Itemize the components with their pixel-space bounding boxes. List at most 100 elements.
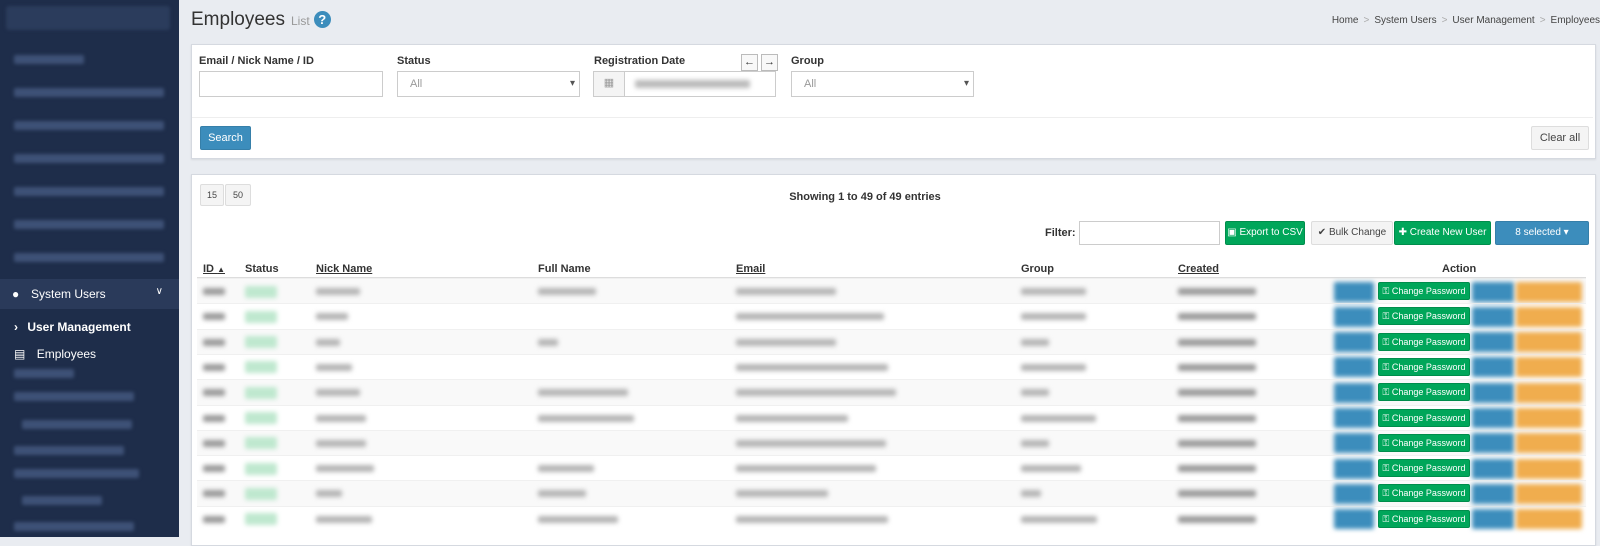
sidebar-item-blurred[interactable] bbox=[14, 187, 164, 196]
export-csv-button[interactable]: ▣ Export to CSV bbox=[1225, 221, 1305, 245]
change-password-button[interactable]: ⚿ Change Password bbox=[1378, 509, 1470, 528]
selected-columns-button[interactable]: 8 selected ▾ bbox=[1495, 221, 1589, 245]
sidebar-item-label: Employees bbox=[36, 347, 97, 361]
check-icon: ✔ bbox=[1317, 227, 1329, 238]
change-password-label: Change Password bbox=[1391, 437, 1466, 448]
created-cell-blurred bbox=[1178, 389, 1256, 397]
clear-all-button[interactable]: Clear all bbox=[1531, 126, 1589, 150]
id-cell-blurred bbox=[203, 338, 225, 346]
column-header-nick-name[interactable]: Nick Name bbox=[316, 263, 372, 275]
sidebar-item-blurred[interactable] bbox=[14, 121, 164, 130]
table-filter-input[interactable] bbox=[1079, 221, 1220, 245]
sidebar-item-blurred[interactable] bbox=[14, 154, 164, 163]
sidebar-item-system-users[interactable]: ● System Users ∨ bbox=[0, 279, 179, 309]
page-size-50[interactable]: 50 bbox=[225, 184, 251, 206]
sidebar-item-blurred[interactable] bbox=[14, 220, 164, 229]
created-cell-blurred bbox=[1178, 313, 1256, 321]
help-icon[interactable]: ? bbox=[313, 11, 331, 28]
status-badge-blurred bbox=[245, 412, 277, 424]
change-password-button[interactable]: ⚿ Change Password bbox=[1378, 383, 1470, 402]
sidebar-item-blurred[interactable] bbox=[14, 522, 134, 531]
sidebar-item-blurred[interactable] bbox=[14, 253, 164, 262]
sidebar-item-blurred[interactable] bbox=[14, 55, 84, 64]
breadcrumb: Home > System Users > User Management > Employ… bbox=[1331, 15, 1600, 26]
id-cell-blurred bbox=[203, 490, 225, 498]
nick-name-cell-blurred bbox=[316, 288, 360, 295]
page-size-15[interactable]: 15 bbox=[200, 184, 224, 206]
sidebar-item-blurred[interactable] bbox=[22, 496, 102, 505]
export-csv-label: Export to CSV bbox=[1239, 227, 1303, 238]
id-cell-blurred bbox=[203, 313, 225, 321]
change-password-button[interactable]: ⚿ Change Password bbox=[1378, 484, 1470, 503]
page-title: Employees List? bbox=[191, 9, 331, 31]
nick-name-cell-blurred bbox=[316, 465, 374, 473]
sidebar-item-employees[interactable]: ▤ Employees bbox=[14, 347, 96, 361]
key-icon: ⚿ bbox=[1382, 488, 1392, 499]
created-cell-blurred bbox=[1178, 414, 1256, 422]
change-password-button[interactable]: ⚿ Change Password bbox=[1378, 307, 1470, 326]
table-row: ⚿ Change Password bbox=[197, 455, 1586, 481]
table-row: ⚿ Change Password bbox=[197, 429, 1586, 456]
created-cell-blurred bbox=[1178, 515, 1256, 523]
action-button-blurred bbox=[1516, 458, 1582, 479]
breadcrumb-system-users[interactable]: System Users bbox=[1374, 15, 1436, 26]
sidebar-item-blurred[interactable] bbox=[14, 369, 74, 378]
sidebar-item-blurred[interactable] bbox=[14, 446, 124, 455]
page-title-text: Employees bbox=[191, 9, 285, 30]
sidebar-item-blurred[interactable] bbox=[22, 420, 132, 429]
selected-label: 8 selected bbox=[1515, 227, 1561, 238]
sidebar-item-blurred[interactable] bbox=[14, 88, 164, 97]
registration-date-label: Registration Date bbox=[594, 55, 686, 67]
nick-name-cell-blurred bbox=[316, 515, 372, 523]
column-header-id[interactable]: ID ▲ bbox=[203, 263, 225, 275]
id-cell-blurred bbox=[203, 515, 225, 523]
sidebar-item-blurred[interactable] bbox=[14, 392, 134, 401]
full-name-cell-blurred bbox=[538, 465, 594, 473]
group-select[interactable]: All bbox=[791, 71, 974, 97]
column-header-created[interactable]: Created bbox=[1178, 263, 1219, 275]
divider bbox=[192, 117, 1593, 118]
create-new-user-button[interactable]: ✚ Create New User bbox=[1394, 221, 1491, 245]
change-password-label: Change Password bbox=[1391, 463, 1466, 474]
change-password-button[interactable]: ⚿ Change Password bbox=[1378, 357, 1470, 376]
breadcrumb-employees: Employees bbox=[1550, 15, 1600, 26]
status-select[interactable]: All bbox=[397, 71, 580, 97]
nick-name-cell-blurred bbox=[316, 313, 348, 321]
sidebar-search-input[interactable] bbox=[6, 6, 170, 30]
action-button-blurred bbox=[1334, 509, 1374, 530]
bulk-change-label: Bulk Change bbox=[1328, 227, 1387, 238]
email-cell-blurred bbox=[736, 313, 884, 321]
email-cell-blurred bbox=[736, 363, 888, 371]
date-next-button[interactable]: → bbox=[761, 54, 778, 71]
search-button[interactable]: Search bbox=[200, 126, 251, 150]
key-icon: ⚿ bbox=[1382, 412, 1392, 423]
id-cell-blurred bbox=[203, 389, 225, 397]
column-header-status: Status bbox=[245, 263, 279, 275]
change-password-button[interactable]: ⚿ Change Password bbox=[1378, 408, 1470, 427]
registration-date-field[interactable] bbox=[624, 71, 776, 97]
breadcrumb-home[interactable]: Home bbox=[1332, 15, 1359, 26]
date-value-blurred bbox=[635, 80, 750, 88]
email-cell-blurred bbox=[736, 414, 848, 422]
status-badge-blurred bbox=[245, 336, 277, 349]
status-badge-blurred bbox=[245, 437, 277, 450]
full-name-cell-blurred bbox=[538, 490, 586, 498]
group-cell-blurred bbox=[1021, 490, 1041, 498]
date-prev-button[interactable]: ← bbox=[741, 54, 758, 71]
change-password-button[interactable]: ⚿ Change Password bbox=[1378, 433, 1470, 452]
action-button-blurred bbox=[1472, 483, 1514, 504]
sidebar-item-blurred[interactable] bbox=[14, 469, 139, 478]
change-password-button[interactable]: ⚿ Change Password bbox=[1378, 282, 1470, 300]
email-field[interactable] bbox=[199, 71, 383, 97]
key-icon: ⚿ bbox=[1382, 513, 1392, 524]
bulk-change-button[interactable]: ✔ Bulk Change bbox=[1311, 221, 1393, 245]
breadcrumb-user-management[interactable]: User Management bbox=[1452, 15, 1534, 26]
calendar-icon[interactable]: ▦ bbox=[593, 71, 625, 97]
action-button-blurred bbox=[1516, 433, 1582, 454]
group-cell-blurred bbox=[1021, 338, 1049, 346]
column-header-email[interactable]: Email bbox=[736, 263, 765, 275]
nick-name-cell-blurred bbox=[316, 338, 340, 346]
change-password-button[interactable]: ⚿ Change Password bbox=[1378, 459, 1470, 478]
sidebar-item-user-management[interactable]: › User Management bbox=[14, 320, 131, 334]
change-password-button[interactable]: ⚿ Change Password bbox=[1378, 332, 1470, 351]
